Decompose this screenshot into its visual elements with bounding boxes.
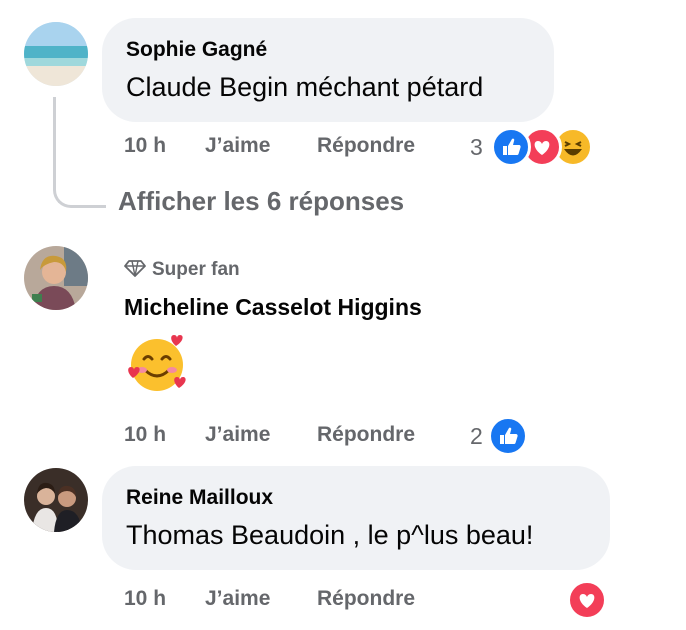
reply-thread-connector xyxy=(53,97,106,208)
reaction-count[interactable]: 3 xyxy=(470,134,483,161)
reply-button[interactable]: Répondre xyxy=(317,134,415,158)
comment-text: Claude Begin méchant pétard xyxy=(126,72,484,102)
comment-bubble: Sophie Gagné Claude Begin méchant pétard xyxy=(102,18,554,122)
reply-button[interactable]: Répondre xyxy=(317,423,415,447)
people-photo-icon xyxy=(24,468,88,532)
comment-text: Thomas Beaudoin , le p^lus beau! xyxy=(126,520,534,550)
beach-photo-icon xyxy=(24,22,88,86)
person-photo-icon xyxy=(24,246,88,310)
avatar-sophie-gagne[interactable] xyxy=(24,22,88,86)
avatar-micheline-casselot-higgins[interactable] xyxy=(24,246,88,310)
diamond-icon xyxy=(124,260,146,277)
like-button[interactable]: J’aime xyxy=(205,587,270,611)
comment-author[interactable]: Reine Mailloux xyxy=(126,486,273,510)
comment-time[interactable]: 10 h xyxy=(124,423,166,447)
reaction-count[interactable]: 2 xyxy=(470,423,483,450)
comment-time[interactable]: 10 h xyxy=(124,134,166,158)
comment-bubble: Reine Mailloux Thomas Beaudoin , le p^lu… xyxy=(102,466,610,570)
view-replies-link[interactable]: Afficher les 6 réponses xyxy=(118,186,404,217)
like-button[interactable]: J’aime xyxy=(205,134,270,158)
like-icon[interactable] xyxy=(491,127,531,167)
like-button[interactable]: J’aime xyxy=(205,423,270,447)
comment-author[interactable]: Micheline Casselot Higgins xyxy=(124,294,422,321)
comment-time[interactable]: 10 h xyxy=(124,587,166,611)
love-icon[interactable] xyxy=(567,580,607,620)
comment-author[interactable]: Sophie Gagné xyxy=(126,38,267,62)
super-fan-badge: Super fan xyxy=(124,259,240,281)
reply-button[interactable]: Répondre xyxy=(317,587,415,611)
badge-label: Super fan xyxy=(152,259,240,280)
smiling-face-with-hearts-emoji xyxy=(124,332,190,394)
avatar-reine-mailloux[interactable] xyxy=(24,468,88,532)
like-icon[interactable] xyxy=(488,416,528,456)
